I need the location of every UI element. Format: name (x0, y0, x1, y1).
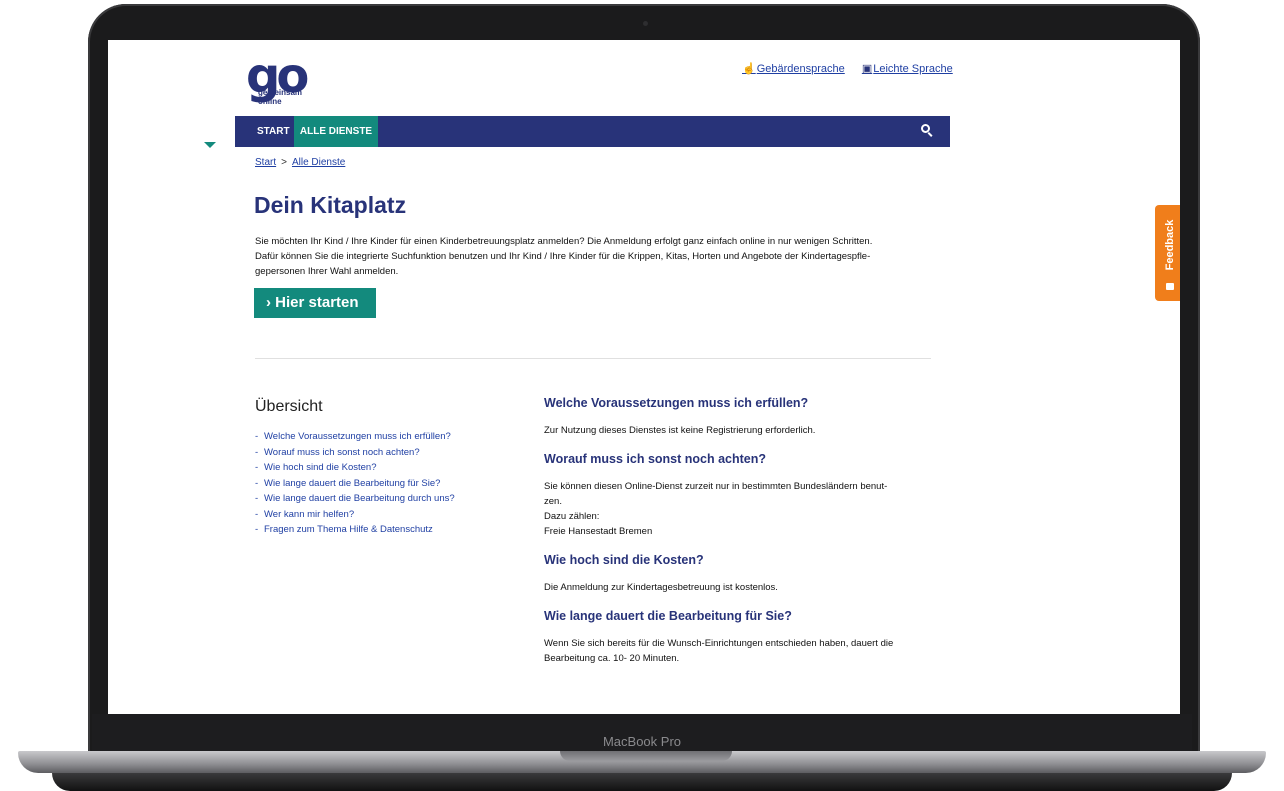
section-heading: Wie lange dauert die Bearbeitung für Sie… (544, 609, 792, 623)
overview-link[interactable]: Worauf muss ich sonst noch achten? (255, 445, 475, 461)
section-line: Dazu zählen: (544, 511, 600, 522)
section-line: Die Anmeldung zur Kindertagesbetreuung i… (544, 582, 778, 593)
section-text: Sie können diesen Online-Dienst zurzeit … (544, 479, 944, 539)
feedback-label: Feedback (1164, 219, 1176, 271)
feedback-tab[interactable]: Feedback (1155, 205, 1180, 301)
logo-subtitle: gemeinsam online (258, 88, 302, 106)
sign-language-label: Gebärdensprache (756, 63, 845, 75)
overview-link[interactable]: Wer kann mir helfen? (255, 507, 475, 523)
section-heading: Wie hoch sind die Kosten? (544, 553, 704, 567)
section-line: Wenn Sie sich bereits für die Wunsch-Ein… (544, 638, 894, 649)
breadcrumb-alle-dienste[interactable]: Alle Dienste (292, 157, 345, 168)
camera (643, 21, 648, 26)
breadcrumb-start[interactable]: Start (255, 157, 276, 168)
nav-item-start[interactable]: START (247, 116, 300, 147)
intro-line: Sie möchten Ihr Kind / Ihre Kinder für e… (255, 236, 873, 247)
overview-link[interactable]: Wie lange dauert die Bearbeitung für Sie… (255, 476, 475, 492)
section-text: Die Anmeldung zur Kindertagesbetreuung i… (544, 580, 944, 595)
intro-line: gepersonen Ihrer Wahl anmelden. (255, 266, 399, 277)
nav-item-alle-dienste[interactable]: ALLE DIENSTE (294, 116, 378, 147)
divider (255, 358, 931, 359)
accessibility-links: ☝Gebärdensprache ▣Leichte Sprache (728, 62, 953, 75)
section-heading: Worauf muss ich sonst noch achten? (544, 452, 767, 466)
section-line: zen. (544, 496, 562, 507)
laptop-frame: go gemeinsam online ☝Gebärdensprache ▣Le… (0, 0, 1284, 791)
laptop-foot (52, 773, 1232, 791)
logo-sub-line1: gemeinsam (258, 88, 303, 97)
page-title: Dein Kitaplatz (254, 192, 407, 218)
section-line: Zur Nutzung dieses Dienstes ist keine Re… (544, 425, 816, 436)
breadcrumb: Start > Alle Dienste (255, 157, 345, 168)
main-nav: START ALLE DIENSTE (235, 116, 950, 147)
breadcrumb-separator: > (281, 157, 287, 168)
device-label: MacBook Pro (602, 734, 682, 749)
browser-screen: go gemeinsam online ☝Gebärdensprache ▣Le… (108, 40, 1180, 714)
overview-title: Übersicht (255, 398, 323, 415)
start-button[interactable]: › Hier starten (254, 288, 376, 318)
sign-language-icon: ☝ (742, 63, 756, 75)
overview-link[interactable]: Wie lange dauert die Bearbeitung durch u… (255, 491, 475, 507)
search-icon[interactable] (921, 124, 933, 137)
chat-icon (1166, 283, 1174, 290)
section-text: Wenn Sie sich bereits für die Wunsch-Ein… (544, 636, 944, 666)
overview-link[interactable]: Fragen zum Thema Hilfe & Datenschutz (255, 522, 475, 538)
laptop-chin: MacBook Pro (92, 714, 1192, 752)
intro-line: Dafür können Sie die integrierte Suchfun… (255, 251, 871, 262)
sign-language-link[interactable]: ☝Gebärdensprache (742, 63, 845, 75)
section-text: Zur Nutzung dieses Dienstes ist keine Re… (544, 423, 944, 438)
section-heading: Welche Voraussetzungen muss ich erfüllen… (544, 396, 809, 410)
logo-sub-line2: online (258, 97, 282, 106)
overview-link[interactable]: Welche Voraussetzungen muss ich erfüllen… (255, 429, 475, 445)
section-line: Freie Hansestadt Bremen (544, 526, 653, 537)
laptop-notch (560, 751, 732, 761)
easy-language-icon: ▣ (861, 63, 873, 75)
overview-list: Welche Voraussetzungen muss ich erfüllen… (255, 429, 475, 538)
section-line: Bearbeitung ca. 10- 20 Minuten. (544, 653, 680, 664)
active-nav-indicator (204, 142, 216, 148)
overview-link[interactable]: Wie hoch sind die Kosten? (255, 460, 475, 476)
easy-language-label: Leichte Sprache (873, 63, 953, 75)
content-sections: Welche Voraussetzungen muss ich erfüllen… (544, 396, 944, 680)
section-line: Sie können diesen Online-Dienst zurzeit … (544, 481, 888, 492)
intro-text: Sie möchten Ihr Kind / Ihre Kinder für e… (255, 234, 945, 279)
easy-language-link[interactable]: ▣Leichte Sprache (862, 63, 953, 75)
